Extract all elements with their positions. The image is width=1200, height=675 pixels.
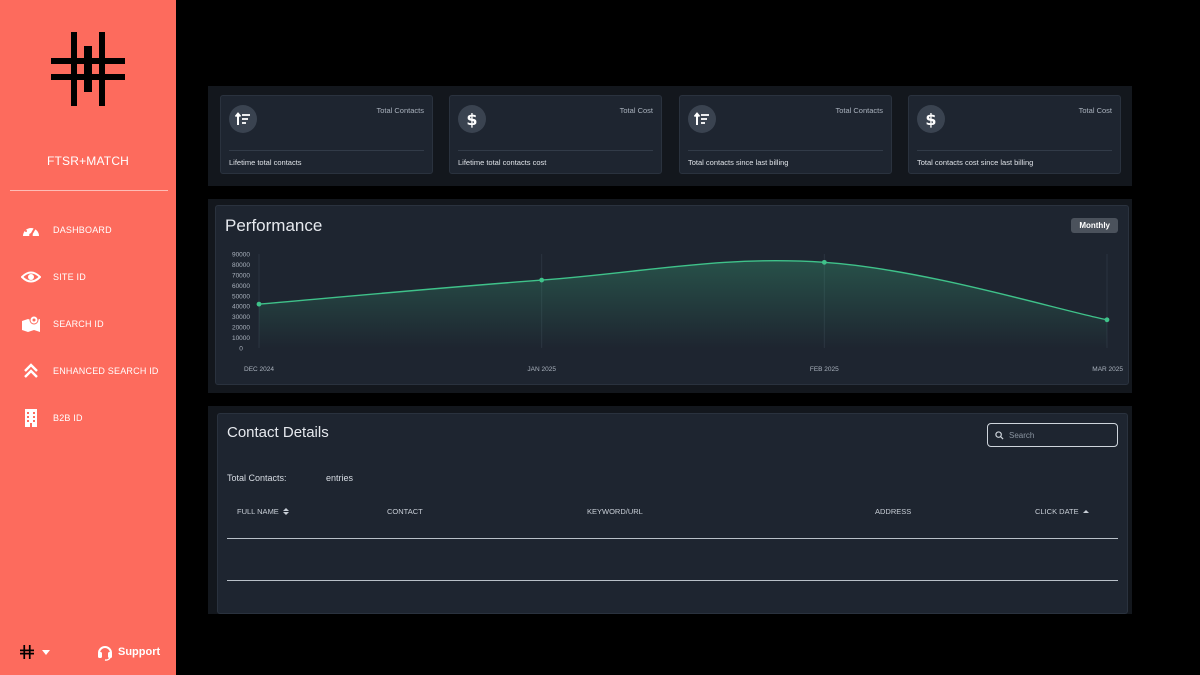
sidebar-item-label: DASHBOARD <box>53 224 112 235</box>
performance-title: Performance <box>225 216 323 235</box>
account-menu[interactable] <box>20 645 50 659</box>
stat-title: Total Contacts <box>835 106 883 115</box>
sidebar-item-dashboard[interactable]: DASHBOARD <box>0 206 176 253</box>
chevron-down-icon <box>42 649 50 655</box>
search-icon <box>995 430 1004 440</box>
data-point <box>821 259 827 265</box>
sidebar-item-label: ENHANCED SEARCH ID <box>53 365 159 376</box>
speedometer-icon <box>21 220 41 240</box>
column-header-label: CLICK DATE <box>1035 507 1079 516</box>
support-button[interactable]: Support <box>96 643 160 661</box>
column-header-click-date[interactable]: CLICK DATE <box>1035 507 1089 516</box>
column-header-contact: CONTACT <box>387 507 423 516</box>
performance-chart: 0 10000 20000 30000 40000 50000 60000 70000 8000… <box>232 252 1123 374</box>
sort-arrows-icon <box>229 105 257 133</box>
sidebar-divider <box>10 190 168 191</box>
x-tick-label: FEB 2025 <box>810 366 839 373</box>
sidebar-item-label: B2B ID <box>53 412 83 423</box>
stat-divider <box>688 150 883 151</box>
sidebar-item-b2b-id[interactable]: B2B ID <box>0 394 176 441</box>
building-icon <box>21 408 41 428</box>
sort-icon[interactable] <box>282 508 289 515</box>
stat-title: Total Contacts <box>376 106 424 115</box>
y-tick-label: 20000 <box>232 325 250 332</box>
stat-description: Lifetime total contacts <box>229 158 302 167</box>
column-header-address: ADDRESS <box>875 507 911 516</box>
series-area <box>259 260 1107 348</box>
entries-label: entries <box>326 473 354 483</box>
svg-text:$: $ <box>466 110 477 128</box>
dollar-icon: $ <box>458 105 486 133</box>
performance-card: 0 10000 20000 30000 40000 50000 60000 70000 8000… <box>215 205 1129 385</box>
sidebar-item-label: SEARCH ID <box>53 318 104 329</box>
total-contacts-label: Total Contacts: <box>227 473 287 483</box>
column-header-label: FULL NAME <box>237 507 279 516</box>
table-header-divider <box>227 538 1118 539</box>
stat-divider <box>229 150 424 151</box>
x-tick-label: DEC 2024 <box>244 366 274 373</box>
column-header-full-name[interactable]: FULL NAME <box>237 507 289 516</box>
y-tick-label: 80000 <box>232 262 250 269</box>
data-point <box>1104 317 1110 323</box>
stat-description: Total contacts since last billing <box>688 158 789 167</box>
stat-divider <box>917 150 1112 151</box>
y-tick-label: 50000 <box>232 293 250 300</box>
support-label: Support <box>118 646 161 658</box>
y-tick-label: 40000 <box>232 304 250 311</box>
column-header-label: CONTACT <box>387 507 423 516</box>
stat-description: Total contacts cost since last billing <box>917 158 1034 167</box>
sidebar-footer: Support <box>0 640 176 666</box>
sidebar-nav: DASHBOARD SITE ID SEARCH ID ENHANCED SEA… <box>0 206 176 441</box>
eye-icon <box>21 267 41 287</box>
y-tick-label: 30000 <box>232 314 250 321</box>
search-input[interactable] <box>1009 430 1114 440</box>
column-header-label: ADDRESS <box>875 507 912 516</box>
data-point <box>539 277 545 283</box>
sidebar: FTSR+MATCH DASHBOARD SITE ID SEARCH ID E… <box>0 0 176 675</box>
stat-description: Lifetime total contacts cost <box>458 158 547 167</box>
table-row-divider <box>227 580 1118 581</box>
y-tick-label: 10000 <box>232 335 250 342</box>
brand-name: FTSR+MATCH <box>46 154 130 168</box>
svg-text:$: $ <box>925 110 936 128</box>
stat-title: Total Cost <box>619 106 653 115</box>
x-tick-label: MAR 2025 <box>1092 366 1123 373</box>
period-toggle-button[interactable]: Monthly <box>1071 218 1118 233</box>
stat-card-billing-cost: $ Total Cost Total contacts cost since l… <box>908 95 1121 174</box>
search-box[interactable] <box>987 423 1118 447</box>
sort-asc-icon[interactable] <box>1082 509 1089 514</box>
stat-card-lifetime-contacts: Total Contacts Lifetime total contacts <box>220 95 433 174</box>
data-point <box>256 301 262 307</box>
y-tick-label: 0 <box>239 346 243 353</box>
sidebar-item-search-id[interactable]: SEARCH ID <box>0 300 176 347</box>
map-icon <box>21 314 41 334</box>
stat-card-lifetime-cost: $ Total Cost Lifetime total contacts cos… <box>449 95 662 174</box>
sidebar-item-enhanced-search-id[interactable]: ENHANCED SEARCH ID <box>0 347 176 394</box>
column-header-label: KEYWORD/URL <box>587 507 643 516</box>
brand-logo <box>51 32 125 106</box>
x-tick-label: JAN 2025 <box>527 366 556 373</box>
stat-card-billing-contacts: Total Contacts Total contacts since last… <box>679 95 892 174</box>
stat-title: Total Cost <box>1078 106 1112 115</box>
brand-mini-icon <box>20 645 34 659</box>
y-tick-label: 90000 <box>232 252 250 259</box>
sidebar-item-label: SITE ID <box>53 271 86 282</box>
stat-divider <box>458 150 653 151</box>
sidebar-item-site-id[interactable]: SITE ID <box>0 253 176 300</box>
dollar-icon: $ <box>917 105 945 133</box>
sort-arrows-icon <box>688 105 716 133</box>
y-tick-label: 70000 <box>232 272 250 279</box>
contact-details-card: Contact Details Total Contacts: entries … <box>217 413 1128 614</box>
headset-icon <box>98 646 112 661</box>
double-chevron-up-icon <box>21 361 41 381</box>
contact-details-title: Contact Details <box>227 424 329 441</box>
column-header-keyword-url: KEYWORD/URL <box>587 507 643 516</box>
y-tick-label: 60000 <box>232 283 250 290</box>
